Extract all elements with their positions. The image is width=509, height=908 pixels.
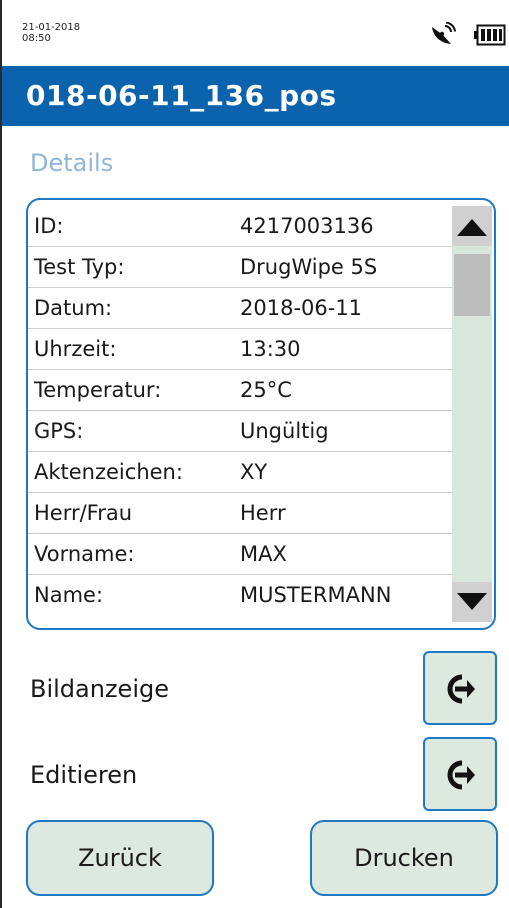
detail-label: ID: (34, 214, 64, 238)
detail-row: ID: 4217003136 (28, 206, 452, 247)
detail-label: Vorname: (34, 542, 135, 566)
triangle-up-icon (457, 219, 487, 236)
scrollbar[interactable] (452, 206, 492, 622)
detail-row: Uhrzeit: 13:30 (28, 329, 452, 370)
page-title: 018-06-11_136_pos (26, 79, 337, 112)
detail-row: Temperatur: 25°C (28, 370, 452, 411)
detail-label: Test Typ: (34, 255, 125, 279)
detail-row: Name: MUSTERMANN (28, 575, 452, 616)
detail-label: Aktenzeichen: (34, 460, 183, 484)
detail-value: XY (240, 460, 268, 484)
detail-label: Herr/Frau (34, 501, 133, 525)
satellite-icon (432, 22, 456, 44)
detail-value: Herr (240, 501, 286, 525)
title-bar: 018-06-11_136_pos (2, 66, 509, 126)
image-view-button[interactable] (423, 651, 497, 725)
detail-label: Uhrzeit: (34, 337, 117, 361)
device-frame-edge (0, 0, 2, 908)
status-datetime: 21-01-2018 08:50 (22, 22, 80, 44)
detail-value: MAX (240, 542, 287, 566)
detail-row: Aktenzeichen: XY (28, 452, 452, 493)
edit-button[interactable] (423, 737, 497, 811)
detail-value: DrugWipe 5S (240, 255, 378, 279)
status-date: 21-01-2018 (22, 22, 81, 33)
detail-label: GPS: (34, 419, 84, 443)
detail-value: 2018-06-11 (240, 296, 363, 320)
detail-value: 13:30 (240, 337, 301, 361)
details-panel: ID: 4217003136 Test Typ: DrugWipe 5S Datum: 2… (26, 198, 496, 630)
print-button[interactable]: Drucken (310, 820, 498, 896)
edit-label: Editieren (30, 761, 138, 789)
arrow-right-circle-icon (447, 674, 475, 704)
detail-label: Temperatur: (34, 378, 162, 402)
status-time: 08:50 (22, 33, 51, 44)
detail-value: 25°C (240, 378, 292, 402)
detail-label: Name: (34, 583, 104, 607)
triangle-down-icon (457, 593, 487, 610)
detail-label: Datum: (34, 296, 113, 320)
battery-icon (474, 24, 506, 46)
detail-row: Test Typ: DrugWipe 5S (28, 247, 452, 288)
detail-row: Herr/Frau Herr (28, 493, 452, 534)
detail-row: GPS: Ungültig (28, 411, 452, 452)
scroll-thumb[interactable] (454, 254, 490, 316)
scroll-down-button[interactable] (452, 582, 492, 622)
detail-row: Vorname: MAX (28, 534, 452, 575)
detail-value: Ungültig (240, 419, 329, 443)
image-view-label: Bildanzeige (30, 675, 169, 703)
section-title: Details (30, 149, 114, 177)
detail-value: 4217003136 (240, 214, 374, 238)
detail-value: MUSTERMANN (240, 583, 392, 607)
details-list: ID: 4217003136 Test Typ: DrugWipe 5S Datum: 2… (28, 206, 452, 616)
arrow-right-circle-icon (447, 760, 475, 790)
status-bar: 21-01-2018 08:50 (2, 0, 509, 62)
back-button[interactable]: Zurück (26, 820, 214, 896)
scroll-up-button[interactable] (452, 206, 492, 246)
detail-row: Datum: 2018-06-11 (28, 288, 452, 329)
